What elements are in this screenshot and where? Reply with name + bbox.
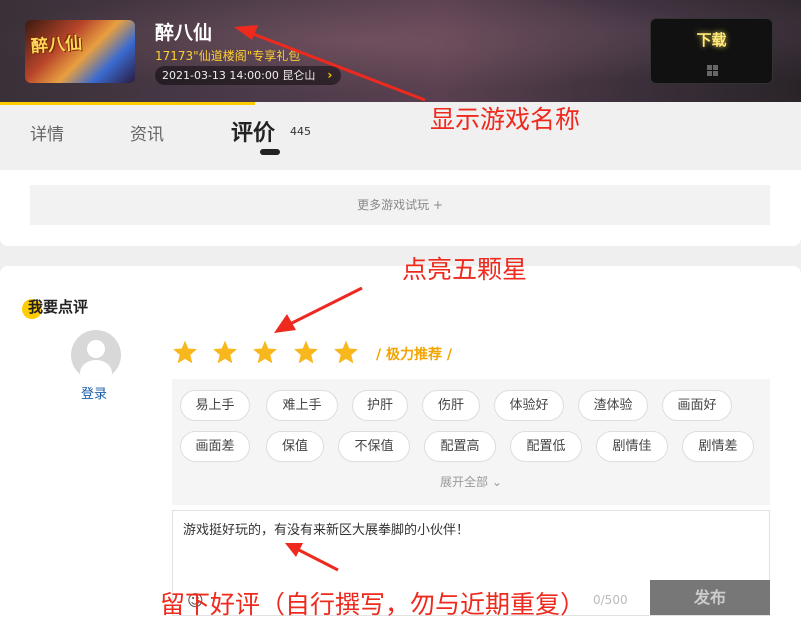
annotation-stars: 点亮五颗星 — [402, 255, 528, 284]
char-count: 0/500 — [593, 593, 628, 607]
tag-chip[interactable]: 保值 — [266, 431, 324, 462]
tag-chip[interactable]: 渣体验 — [578, 390, 648, 421]
tag-chip[interactable]: 体验好 — [494, 390, 564, 421]
tag-chip[interactable]: 配置高 — [424, 431, 496, 462]
tag-chip[interactable]: 难上手 — [266, 390, 338, 421]
avatar[interactable] — [71, 330, 121, 380]
game-logo: 醉八仙 — [30, 33, 83, 58]
download-label: 下载 — [696, 31, 727, 49]
active-tab-indicator — [260, 149, 280, 155]
tab-news[interactable]: 资讯 — [130, 120, 164, 145]
game-header: 醉八仙 醉八仙 17173"仙道楼阁"专享礼包 2021-03-13 14:00… — [0, 0, 801, 102]
expand-all-button[interactable]: 展开全部 ⌄ — [172, 473, 770, 490]
tag-chip[interactable]: 画面好 — [662, 390, 732, 421]
game-thumbnail[interactable]: 醉八仙 — [25, 20, 135, 83]
tag-chip[interactable]: 易上手 — [180, 390, 250, 421]
reviews-count: 445 — [290, 125, 311, 138]
tab-progress-bar — [0, 102, 255, 105]
star-icon[interactable] — [252, 339, 278, 365]
avatar-body — [80, 360, 112, 380]
comment-text: 游戏挺好玩的，有没有来新区大展拳脚的小伙伴！ — [183, 523, 470, 538]
annotation-review: 留下好评（自行撰写，勿与近期重复） — [160, 590, 586, 619]
tags-panel: 展开全部 ⌄ 易上手 难上手 护肝 伤肝 体验好 渣体验 画面好画面差 保值 不保值 配置高 配置低… — [172, 379, 770, 505]
gift-pack-link[interactable]: 17173"仙道楼阁"专享礼包 — [155, 47, 300, 64]
windows-icon — [707, 65, 719, 77]
avatar-head — [87, 340, 105, 358]
tag-chip[interactable]: 伤肝 — [422, 390, 480, 421]
server-info-text: 2021-03-13 14:00:00 昆仑山 — [162, 69, 316, 82]
tab-bar: 详情 资讯 评价 445 — [0, 102, 801, 170]
tag-chip[interactable]: 剧情差 — [682, 431, 754, 462]
login-link[interactable]: 登录 — [81, 383, 107, 402]
expand-all-label: 展开全部 — [440, 475, 489, 489]
star-icon[interactable] — [333, 339, 359, 365]
publish-button[interactable]: 发布 — [650, 580, 770, 615]
annotation-game-name: 显示游戏名称 — [430, 105, 581, 134]
tag-chip[interactable]: 护肝 — [352, 390, 408, 421]
more-games-card: 更多游戏试玩 + — [0, 170, 801, 246]
tag-chip[interactable]: 剧情佳 — [596, 431, 668, 462]
chevron-down-icon: ⌄ — [491, 475, 502, 489]
section-title: 我要点评 — [28, 298, 89, 316]
more-games-button[interactable]: 更多游戏试玩 + — [30, 185, 770, 225]
tag-chip[interactable]: 不保值 — [338, 431, 410, 462]
game-title: 醉八仙 — [155, 22, 213, 44]
rating-label: / 极力推荐 / — [376, 347, 452, 363]
server-info-pill[interactable]: 2021-03-13 14:00:00 昆仑山 › — [155, 66, 342, 85]
star-icon[interactable] — [172, 339, 198, 365]
tab-details[interactable]: 详情 — [30, 120, 64, 145]
tab-reviews[interactable]: 评价 — [231, 115, 275, 147]
download-button[interactable]: 下载 — [650, 18, 773, 84]
chevron-right-icon: › — [327, 68, 333, 82]
tag-chip[interactable]: 画面差 — [180, 431, 250, 462]
star-icon[interactable] — [293, 339, 319, 365]
star-icon[interactable] — [212, 339, 238, 365]
tag-chip[interactable]: 配置低 — [510, 431, 582, 462]
